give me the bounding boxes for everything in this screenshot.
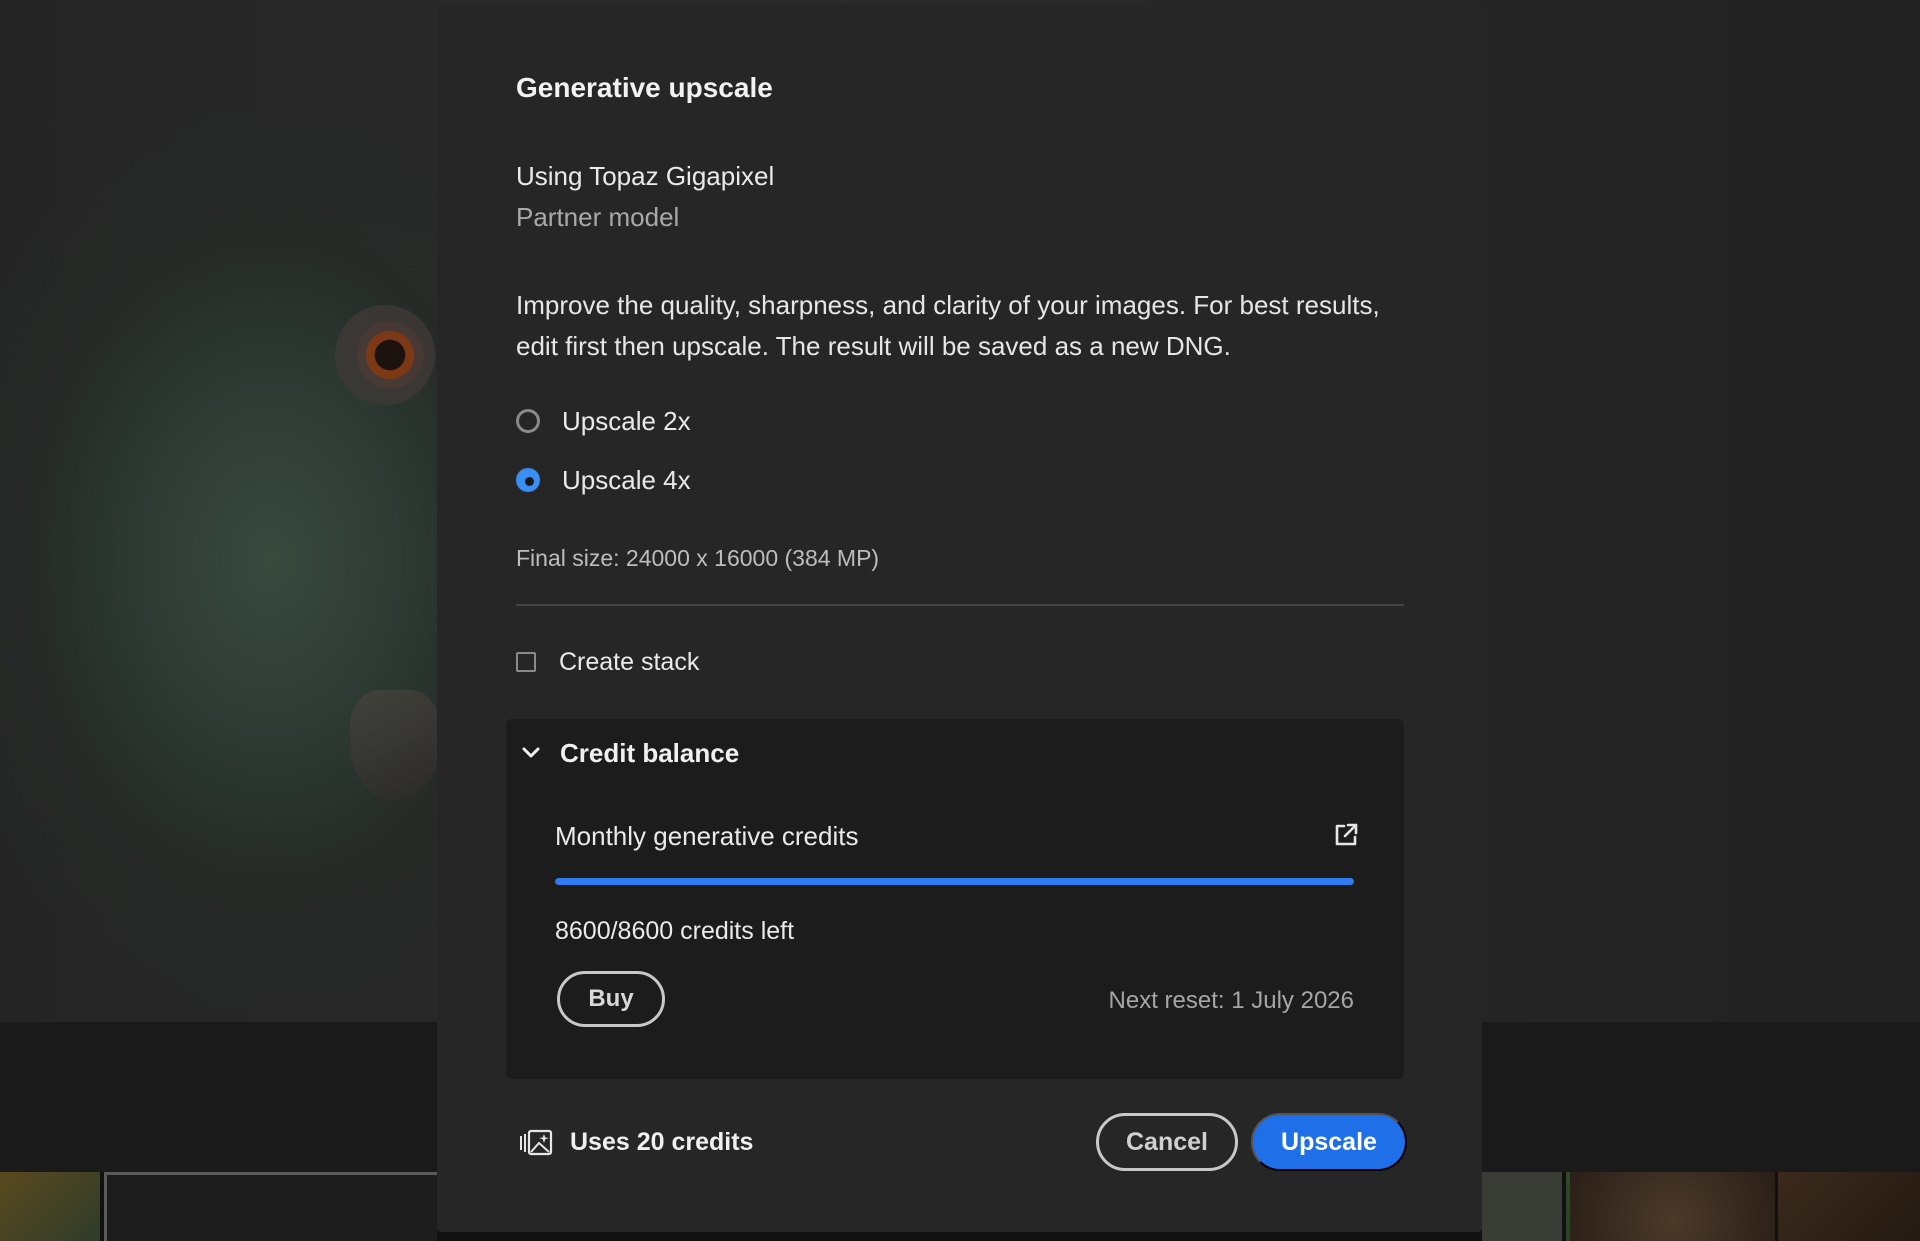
create-stack-option[interactable]: Create stack [516,645,699,679]
radio-icon[interactable] [516,409,540,433]
filmstrip-thumbnail[interactable] [1482,1172,1562,1241]
cancel-button[interactable]: Cancel [1096,1113,1238,1171]
photo-bird-eye [335,305,435,405]
create-stack-label: Create stack [559,647,700,676]
credits-icon [520,1129,553,1156]
credits-progress-bar [555,878,1354,885]
monthly-credits-label: Monthly generative credits [555,821,859,851]
chevron-down-icon [522,747,540,758]
generative-upscale-dialog: Generative upscale Using Topaz Gigapixel… [437,5,1482,1232]
final-size-text: Final size: 24000 x 16000 (384 MP) [516,545,880,571]
buy-button[interactable]: Buy [557,971,665,1027]
next-reset-text: Next reset: 1 July 2026 [1108,987,1354,1014]
credits-progress-fill [555,878,1354,885]
upscale-2x-label: Upscale 2x [562,405,691,436]
credit-balance-toggle[interactable]: Credit balance [518,733,739,773]
upscale-button[interactable]: Upscale [1251,1113,1407,1171]
photo-bird-beak [350,690,440,800]
checkbox-icon[interactable] [516,652,536,672]
model-type: Partner model [516,202,680,232]
filmstrip-thumbnail[interactable] [1570,1172,1775,1241]
dialog-title: Generative upscale [516,72,773,103]
upscale-2x-option[interactable]: Upscale 2x [516,404,691,438]
external-link-icon[interactable] [1332,821,1360,849]
upscale-4x-label: Upscale 4x [562,464,691,495]
uses-credits-text: Uses 20 credits [570,1127,754,1156]
description-text: Improve the quality, sharpness, and clar… [516,290,1380,361]
uses-credits-indicator: Uses 20 credits [518,1122,753,1162]
divider [516,604,1404,606]
credit-balance-panel: Credit balance Monthly generative credit… [506,719,1404,1079]
filmstrip-thumbnail[interactable] [1778,1172,1920,1241]
upscale-4x-option[interactable]: Upscale 4x [516,463,691,497]
model-name: Using Topaz Gigapixel [516,161,775,191]
credits-left-text: 8600/8600 credits left [555,917,795,945]
credit-balance-title: Credit balance [560,737,740,768]
filmstrip-thumbnail[interactable] [0,1172,100,1241]
filmstrip-thumbnail-selected[interactable] [104,1172,437,1241]
radio-selected-icon[interactable] [516,468,540,492]
